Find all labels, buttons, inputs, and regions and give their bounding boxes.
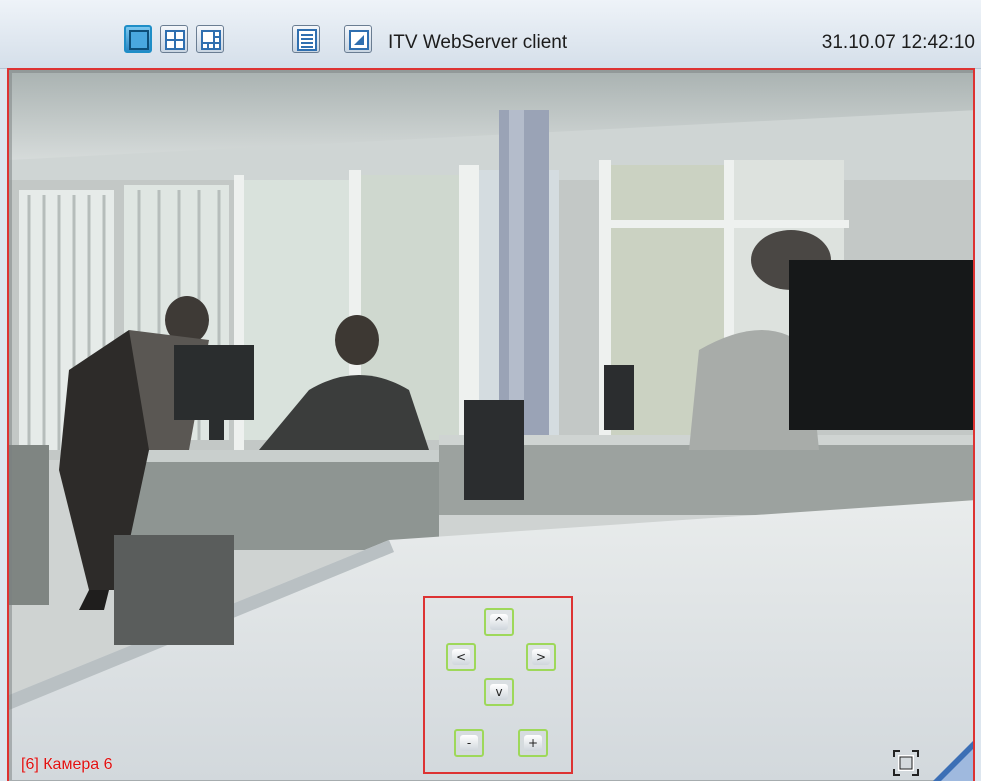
arrow-left-icon: < — [452, 649, 470, 665]
plus-icon: + — [524, 735, 542, 751]
list-icon — [297, 29, 317, 51]
app-title: ITV WebServer client — [388, 32, 568, 53]
camera-list-button[interactable] — [292, 25, 320, 53]
fullscreen-icon[interactable] — [893, 750, 919, 776]
datetime-display: 31.10.07 12:42:10 — [821, 32, 975, 53]
pan-down-button[interactable]: v — [484, 678, 514, 706]
camera-video-frame[interactable]: [6] Камера 6 ^ < > v - + — [7, 68, 975, 781]
zoom-in-button[interactable]: + — [518, 729, 548, 757]
pan-right-button[interactable]: > — [526, 643, 556, 671]
arrow-right-icon: > — [532, 649, 550, 665]
zoom-out-button[interactable]: - — [454, 729, 484, 757]
minus-icon: - — [460, 735, 478, 751]
window-button[interactable] — [344, 25, 372, 53]
resize-grip-icon[interactable] — [933, 741, 973, 781]
arrow-up-icon: ^ — [490, 614, 508, 630]
layout-2x2-button[interactable] — [160, 25, 188, 53]
window-icon — [349, 30, 369, 50]
layout-3x3-button[interactable] — [196, 25, 224, 53]
quad-view-icon — [165, 30, 185, 50]
pan-up-button[interactable]: ^ — [484, 608, 514, 636]
layout-1x1-button[interactable] — [124, 25, 152, 53]
camera-label: [6] Камера 6 — [21, 756, 113, 773]
multi-view-icon — [201, 30, 221, 50]
single-view-icon — [129, 30, 149, 50]
arrow-down-icon: v — [490, 684, 508, 700]
pan-left-button[interactable]: < — [446, 643, 476, 671]
ptz-control-panel: ^ < > v - + — [423, 596, 573, 774]
toolbar: ITV WebServer client 31.10.07 12:42:10 — [0, 0, 981, 69]
